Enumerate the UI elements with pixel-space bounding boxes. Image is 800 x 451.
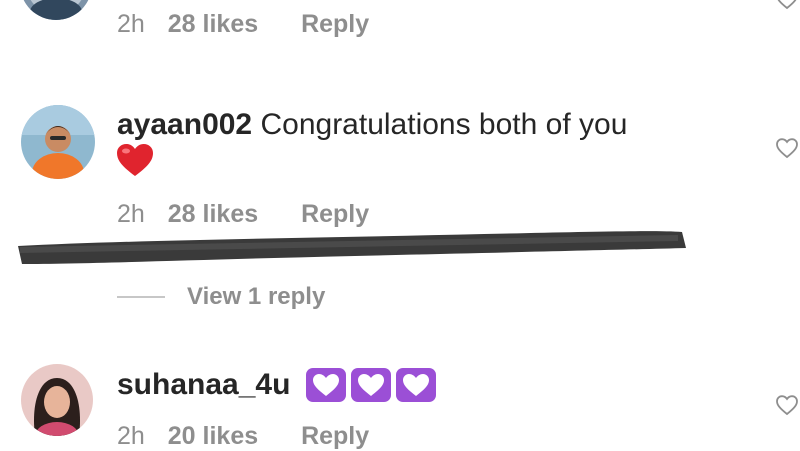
heart-outline-icon[interactable] <box>775 394 799 416</box>
reply-button[interactable]: Reply <box>301 10 369 38</box>
avatar-comment-2[interactable] <box>21 364 93 436</box>
timestamp: 2h <box>117 422 145 450</box>
purple-heart-emoji <box>306 368 346 402</box>
purple-heart-emoji <box>351 368 391 402</box>
red-heart-emoji <box>117 144 153 176</box>
comment-username[interactable]: ayaan002 <box>117 108 252 141</box>
comment-body-2: suhanaa_4u <box>117 368 290 402</box>
avatar-comment-0[interactable] <box>20 0 92 20</box>
view-replies-label: View 1 reply <box>187 283 326 310</box>
comment-body-1: ayaan002 Congratulations both of you <box>117 108 627 142</box>
comment-meta-0: 2h 28 likes Reply <box>117 10 369 38</box>
comment-username[interactable]: suhanaa_4u <box>117 368 290 401</box>
reply-button[interactable]: Reply <box>301 422 369 450</box>
avatar-comment-1[interactable] <box>21 105 95 179</box>
timestamp: 2h <box>117 200 145 228</box>
comment-text: Congratulations both of you <box>260 108 628 141</box>
likes-count[interactable]: 20 likes <box>168 422 258 450</box>
reply-button[interactable]: Reply <box>301 200 369 228</box>
comment-meta-2: 2h 20 likes Reply <box>117 422 369 450</box>
redaction-scribble <box>18 231 686 264</box>
heart-outline-icon[interactable] <box>775 0 799 10</box>
purple-heart-emoji <box>396 368 436 402</box>
view-replies-button[interactable]: View 1 reply <box>117 282 325 312</box>
heart-outline-icon[interactable] <box>775 137 799 159</box>
comment-meta-1: 2h 28 likes Reply <box>117 200 369 228</box>
replies-divider-line <box>117 296 165 298</box>
timestamp: 2h <box>117 10 145 38</box>
likes-count[interactable]: 28 likes <box>168 10 258 38</box>
likes-count[interactable]: 28 likes <box>168 200 258 228</box>
purple-heart-emojis <box>305 367 437 403</box>
